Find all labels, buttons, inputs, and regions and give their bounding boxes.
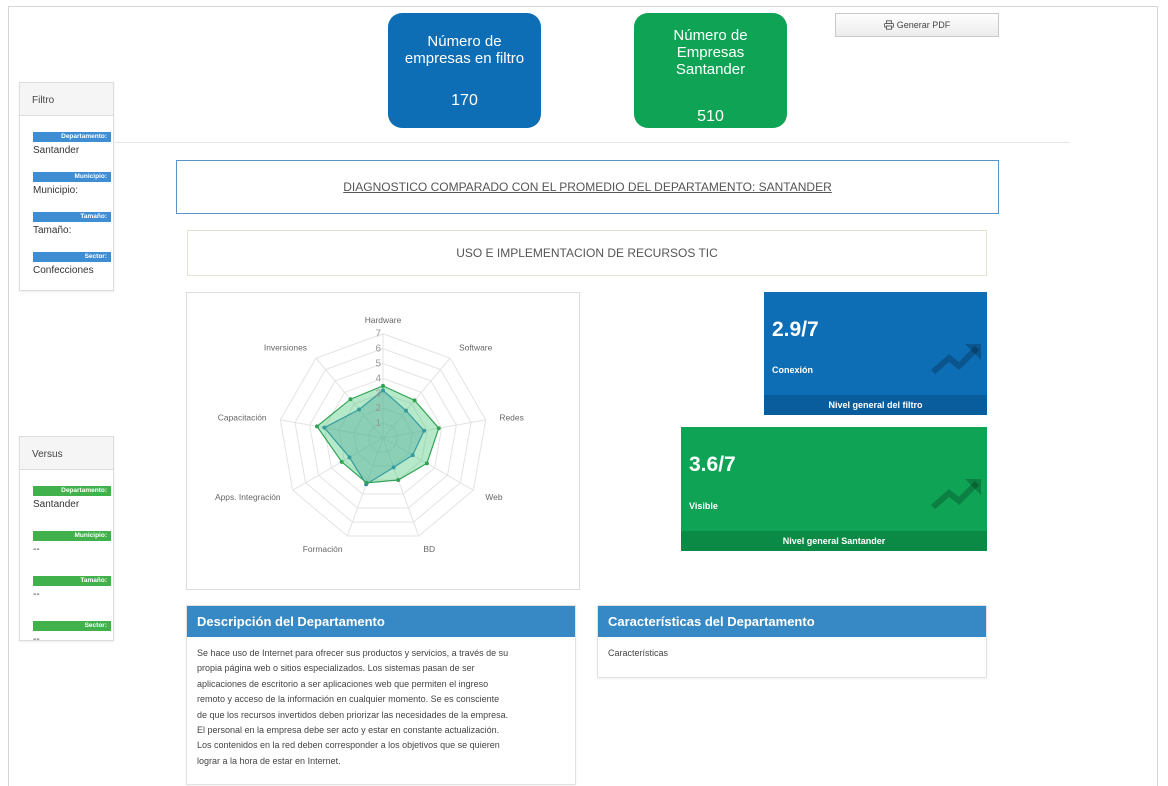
trend-up-icon — [931, 344, 981, 375]
companies-santander-label: Número de Empresas Santander — [673, 27, 748, 78]
radar-category-label: Hardware — [365, 315, 402, 325]
kpi-santander-footer: Nivel general Santander — [681, 531, 987, 551]
radar-scale-label: 6 — [375, 344, 381, 355]
versus-tag-tamano: Tamaño: — [33, 576, 111, 586]
kpi-santander-card: 3.6/7 Visible Nivel general Santander — [681, 427, 987, 551]
companies-santander-value: 510 — [697, 108, 724, 125]
kpi-santander-level: Visible — [689, 501, 718, 511]
department-characteristics-title: Características del Departamento — [598, 606, 986, 637]
versus-value-tamano: -- — [33, 589, 40, 600]
radar-category-label: Apps. Integración — [215, 492, 281, 502]
radar-category-label: Formación — [303, 544, 343, 554]
filter-tag-sector: Sector: — [33, 252, 111, 262]
companies-in-filter-label: Número de empresas en filtro — [404, 33, 525, 67]
filter-panel-title: Filtro — [20, 83, 113, 116]
description-line: aplicaciones de escritorio a ser aplicac… — [197, 678, 489, 689]
description-line: remoto y acceso de la información en cua… — [197, 694, 500, 705]
section-title: USO E IMPLEMENTACION DE RECURSOS TIC — [456, 246, 718, 260]
filter-value-municipio: Municipio: — [33, 185, 79, 196]
divider — [113, 142, 1070, 143]
radar-series-2-point — [424, 461, 429, 466]
radar-series-2-point — [381, 383, 385, 388]
radar-scale-label: 4 — [375, 373, 381, 384]
radar-scale-label: 5 — [375, 359, 381, 370]
radar-series-2-point — [348, 397, 353, 402]
radar-chart: 1 2 3 4 5 6 7 Hardware Software Redes Web BD Formaci… — [215, 315, 524, 554]
description-line: El personal en la empresa debe ser acto … — [197, 725, 500, 736]
kpi-santander-value: 3.6/7 — [689, 453, 736, 476]
section-title-box: USO E IMPLEMENTACION DE RECURSOS TIC — [187, 230, 987, 276]
department-description-title: Descripción del Departamento — [187, 606, 575, 637]
radar-scale-label: 1 — [375, 418, 381, 429]
radar-series-2-point — [339, 459, 344, 464]
kpi-filter-card: 2.9/7 Conexión Nivel general del filtro — [764, 292, 987, 415]
kpi-filter-value: 2.9/7 — [772, 318, 819, 341]
description-line: Se hace uso de Internet para ofrecer sus… — [197, 648, 509, 658]
generate-pdf-label: Generar PDF — [896, 20, 951, 30]
radar-series-2-point — [396, 478, 401, 483]
radar-series-2-area — [316, 385, 440, 484]
companies-santander-card: Número de Empresas Santander 510 — [634, 13, 787, 128]
department-characteristics-panel: Características del Departamento Caracte… — [597, 605, 987, 678]
description-line: lograr a la hora de estar en Internet. — [197, 755, 341, 766]
filter-value-sector: Confecciones — [33, 265, 94, 276]
diagnostic-title-box: DIAGNOSTICO COMPARADO CON EL PROMEDIO DE… — [176, 160, 999, 214]
filter-panel: Filtro Departamento: Santander Municipio… — [19, 82, 114, 291]
versus-tag-sector: Sector: — [33, 621, 111, 631]
filter-tag-tamano: Tamaño: — [33, 212, 111, 222]
versus-panel-title: Versus — [20, 437, 113, 470]
radar-series-2-point — [412, 398, 417, 403]
radar-category-label: Redes — [499, 412, 523, 422]
filter-value-departamento: Santander — [33, 145, 80, 156]
versus-tag-departamento: Departamento: — [33, 486, 111, 496]
printer-icon — [883, 20, 894, 30]
radar-category-label: Software — [459, 342, 493, 352]
versus-tag-municipio: Municipio: — [33, 531, 111, 541]
radar-scale-label: 2 — [375, 403, 381, 414]
description-line: Los contenidos en la red deben correspon… — [197, 740, 500, 751]
radar-category-label: Inversiones — [264, 342, 307, 352]
department-description-text: Se hace uso de Internet para ofrecer sus… — [187, 637, 575, 769]
radar-chart-container: 1 2 3 4 5 6 7 Hardware Software Redes Web BD Formaci… — [186, 292, 580, 590]
radar-series-2-point — [436, 426, 441, 431]
generate-pdf-button[interactable]: Generar PDF — [835, 13, 999, 37]
description-line: de que los recursos invertidos deben pri… — [197, 709, 509, 720]
radar-series-2-point — [364, 480, 369, 485]
radar-category-label: Capacitación — [218, 412, 267, 422]
department-characteristics-text: Características — [608, 648, 669, 658]
radar-scale-label: 7 — [375, 329, 381, 340]
radar-category-label: BD — [423, 544, 435, 554]
versus-value-municipio: -- — [33, 544, 40, 555]
kpi-filter-level: Conexión — [772, 365, 814, 375]
filter-tag-departamento: Departamento: — [33, 132, 111, 142]
radar-scale-label: 3 — [375, 388, 381, 399]
description-line: propia página web o sitios especializado… — [197, 663, 475, 674]
radar-series-2-point — [314, 424, 319, 429]
filter-tag-municipio: Municipio: — [33, 172, 111, 182]
companies-in-filter-card: Número de empresas en filtro 170 — [388, 13, 541, 128]
companies-in-filter-value: 170 — [451, 92, 478, 109]
versus-value-sector: -- — [33, 634, 40, 645]
versus-value-departamento: Santander — [33, 499, 80, 510]
diagnostic-title: DIAGNOSTICO COMPARADO CON EL PROMEDIO DE… — [343, 180, 832, 194]
department-description-panel: Descripción del Departamento Se hace uso… — [186, 605, 576, 785]
radar-category-label: Web — [485, 492, 503, 502]
versus-panel: Versus Departamento: Santander Municipio… — [19, 436, 114, 645]
filter-value-tamano: Tamaño: — [33, 225, 72, 236]
kpi-filter-footer: Nivel general del filtro — [764, 395, 987, 415]
trend-up-icon — [931, 479, 981, 510]
